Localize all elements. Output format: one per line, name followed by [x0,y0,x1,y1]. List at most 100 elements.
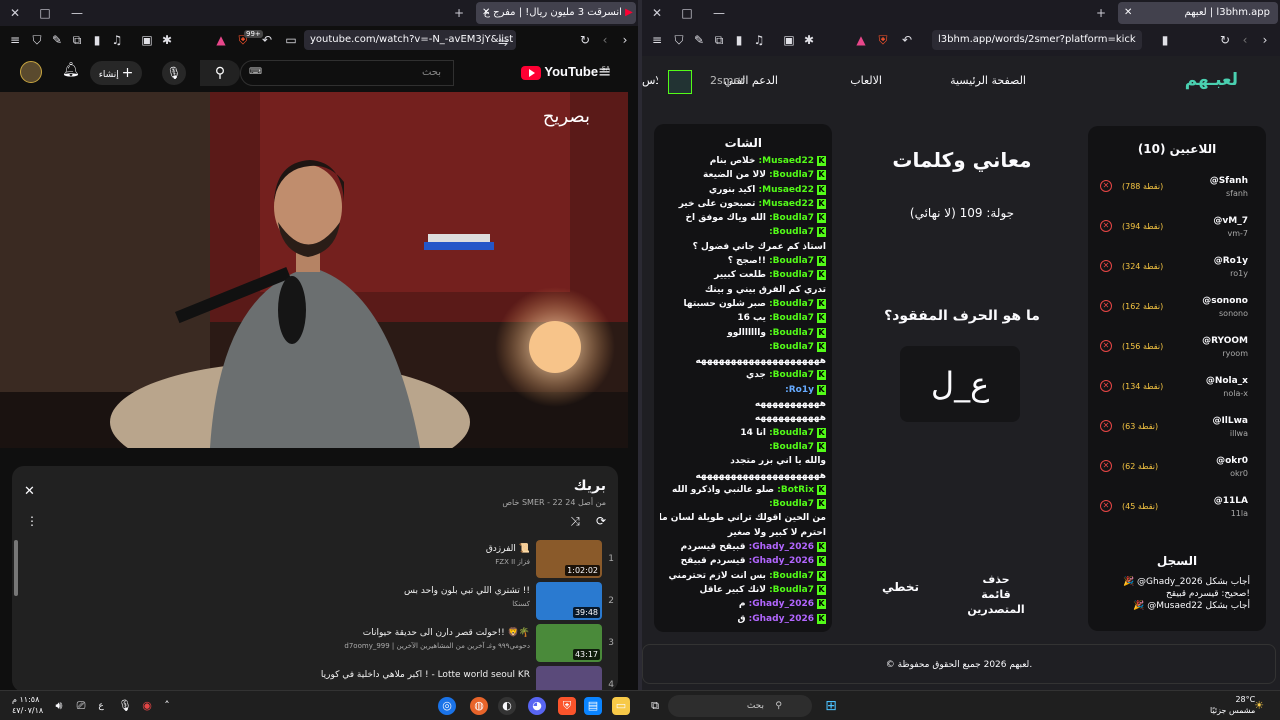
sidebar-icon[interactable]: ▮ [88,31,106,49]
reader-icon[interactable]: ⇋ [494,33,512,51]
playlist-item[interactable]: 4 اكبر ملاهي داخلية في كوريا ! - Lotte w… [28,666,618,690]
menu-icon[interactable]: ≡ [648,31,666,49]
chat-username[interactable]: Boudla7: [769,370,814,380]
chat-username[interactable]: Boudla7: [769,299,814,309]
tab-tray-icon[interactable]: ▣ [780,31,798,49]
taskbar-search[interactable]: بحث ⚲ [668,695,812,717]
remove-player-icon[interactable]: ✕ [1100,380,1112,392]
chat-username[interactable]: BotRix: [777,485,814,495]
avatar[interactable] [20,61,42,83]
chat-username[interactable]: Boudla7: [769,328,814,338]
minimize-icon[interactable]: — [710,4,728,22]
url-bar[interactable]: youtube.com/watch?v=-N_-avEM3jY&list [304,30,516,50]
network-icon[interactable]: ⎚ [72,697,90,715]
maximize-icon[interactable]: □ [678,4,696,22]
nav-more[interactable]: الاس [642,74,658,87]
firefox-icon[interactable]: ◍ [470,697,488,715]
back-icon[interactable]: ‹ [1236,31,1254,49]
tab-close-icon[interactable]: ✕ [482,2,490,24]
discord-icon[interactable]: ◕ [528,697,546,715]
task-view-icon[interactable]: ⧉ [646,697,664,715]
menu-icon[interactable]: ≡ [6,31,24,49]
recording-icon[interactable]: ◉ [138,697,156,715]
remove-player-icon[interactable]: ✕ [1100,220,1112,232]
nav-games[interactable]: الالعاب [850,74,882,87]
youtube-logo[interactable]: YouTube SA [518,64,610,80]
chat-username[interactable]: Boudla7: [769,227,814,237]
skip-button[interactable]: تخطي [882,580,919,594]
notifications-icon[interactable]: 🔔︎ [62,62,80,78]
maximize-icon[interactable]: □ [36,4,54,22]
tab-l3bhm[interactable]: ✕ لعبهم | l3bhm.app [1118,2,1278,24]
volume-icon[interactable]: 🔊︎ [50,697,68,715]
brave-icon[interactable]: ⛨ [874,31,892,49]
new-tab-icon[interactable]: + [1092,4,1110,22]
forward-icon[interactable]: › [1256,31,1274,49]
more-icon[interactable]: ⋮ [26,514,38,528]
loop-icon[interactable]: ⟳ [596,514,606,528]
screenshot-icon[interactable]: ⧉ [710,31,728,49]
remove-player-icon[interactable]: ✕ [1100,420,1112,432]
chat-username[interactable]: Boudla7: [769,342,814,352]
playlist-item[interactable]: 2 39:48 تشتري اللي تبي بلون واحد بس !! ك… [28,582,618,622]
keyboard-icon[interactable]: ⌨ [249,67,262,77]
tray-chevron-icon[interactable]: ˄ [158,697,176,715]
hamburger-icon[interactable]: ≡ [598,62,611,81]
chat-username[interactable]: Boudla7: [769,170,814,180]
reload-icon[interactable]: ↻ [1216,31,1234,49]
page-icon[interactable]: ▭ [282,31,300,49]
explorer-icon[interactable]: ▭ [612,697,630,715]
extension-icon[interactable]: ✎ [690,31,708,49]
close-playlist-icon[interactable]: ✕ [24,484,35,499]
nav-user[interactable]: 2smer [710,74,745,87]
nav-home[interactable]: الصفحة الرئيسية [950,74,1026,87]
chat-username[interactable]: Musaed22: [759,156,814,166]
chat-username[interactable]: Boudla7: [769,213,814,223]
music-icon[interactable]: ♫ [750,31,768,49]
create-button[interactable]: إنشاء + [90,61,142,85]
sidebar-icon[interactable]: ▮ [730,31,748,49]
chat-username[interactable]: Boudla7: [769,571,814,581]
chat-username[interactable]: Ro1y: [785,385,814,395]
close-window-icon[interactable]: ✕ [6,4,24,22]
back-page-icon[interactable]: ↶ [258,31,276,49]
site-logo[interactable]: لعبـهم [1185,70,1238,90]
remove-player-icon[interactable]: ✕ [1100,500,1112,512]
minimize-icon[interactable]: — [68,4,86,22]
triangle-icon[interactable]: ▲ [852,31,870,49]
back-page-icon[interactable]: ↶ [898,31,916,49]
mic-button[interactable]: 🎙︎ [162,61,186,85]
puzzle-icon[interactable]: ✱ [158,31,176,49]
weather-widget[interactable]: 28°C مشمس جزئيًا [1210,694,1255,716]
chat-username[interactable]: Ghady_2026: [749,614,814,624]
bookmark-icon[interactable]: ▮ [1156,31,1174,49]
obs-icon[interactable]: ◐ [498,697,516,715]
forward-icon[interactable]: › [616,31,634,49]
video-player[interactable]: بصريح [0,92,628,448]
playlist-item[interactable]: 1 1:02:02 الفرزدق 📜 FZX II فزاز [28,540,618,580]
remove-player-icon[interactable]: ✕ [1100,460,1112,472]
remove-player-icon[interactable]: ✕ [1100,180,1112,192]
music-icon[interactable]: ♫ [108,31,126,49]
search-button[interactable]: ⚲ [200,60,240,86]
reload-icon[interactable]: ↻ [576,31,594,49]
remove-player-icon[interactable]: ✕ [1100,340,1112,352]
store-icon[interactable]: ▤ [584,697,602,715]
clear-leaderboard-button[interactable]: حذف قائمة المتصدرين [966,572,1026,617]
brave-taskbar-icon[interactable]: ⛨ [558,697,576,715]
screenshot-icon[interactable]: ⧉ [68,31,86,49]
mic-tray-icon[interactable]: 🎙︎ [116,697,134,715]
url-bar[interactable]: l3bhm.app/words/2smer?platform=kick [932,30,1142,50]
user-avatar[interactable] [668,70,692,94]
playlist-scrollbar[interactable] [14,540,18,596]
triangle-icon[interactable]: ▲ [212,31,230,49]
shield-icon[interactable]: ⛉ [28,31,46,49]
back-icon[interactable]: ‹ [596,31,614,49]
shield-icon[interactable]: ⛉ [670,31,688,49]
extension-icon[interactable]: ✎ [48,31,66,49]
tab-tray-icon[interactable]: ▣ [138,31,156,49]
chat-username[interactable]: Musaed22: [759,185,814,195]
chat-list[interactable]: KMusaed22: خلاص بنام KBoudla7: لالا من ال… [660,154,826,632]
chat-username[interactable]: Musaed22: [759,199,814,209]
chat-username[interactable]: Boudla7: [769,442,814,452]
